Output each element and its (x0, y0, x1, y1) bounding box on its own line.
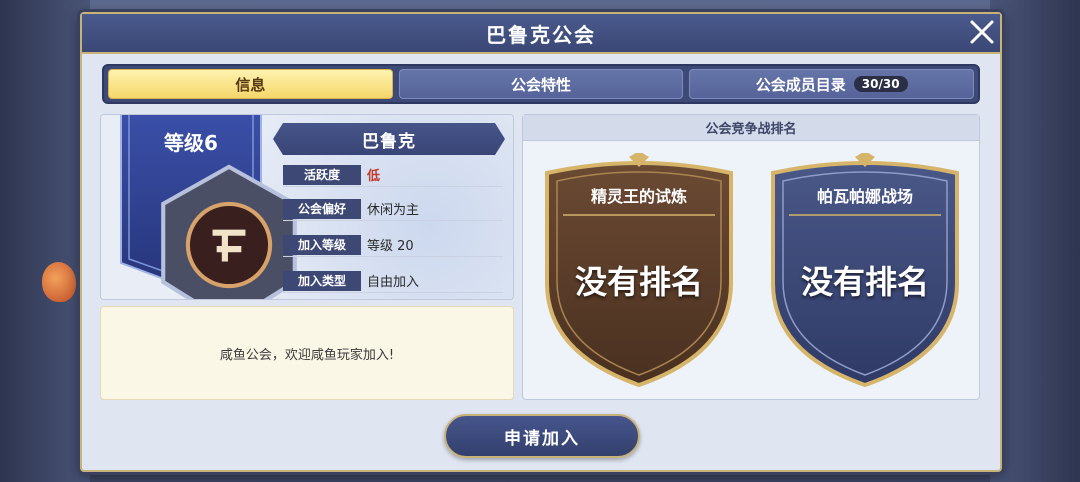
ranking-value: 没有排名 (574, 263, 703, 301)
guild-level: 等级6 (164, 131, 218, 155)
tab-info[interactable]: 信息 (108, 69, 393, 99)
guild-info-card: 等级6 巴鲁克 活跃度 低 公会偏好 休闲为主 加入等级 等级 20 加入类型 … (100, 114, 514, 300)
ranking-shield-pavapana[interactable]: 帕瓦帕娜战场 没有排名 (759, 153, 971, 389)
close-button[interactable] (960, 12, 1004, 52)
guild-name-plate: 巴鲁克 (273, 123, 505, 155)
panel-title: 巴鲁克公会 (486, 22, 596, 47)
guild-emblem-icon (155, 157, 297, 299)
panel-header: 巴鲁克公会 (82, 14, 1000, 54)
tab-guild-traits[interactable]: 公会特性 (398, 69, 684, 99)
attr-value: 等级 20 (367, 239, 414, 254)
ranking-name: 帕瓦帕娜战场 (816, 187, 913, 206)
apply-join-label: 申请加入 (504, 428, 580, 449)
level-banner: 等级6 (117, 115, 297, 299)
attr-value: 低 (367, 169, 381, 184)
attr-value: 自由加入 (367, 275, 420, 290)
ranking-title: 公会竞争战排名 (705, 122, 797, 137)
attr-key: 公会偏好 (283, 198, 361, 219)
tab-member-list[interactable]: 公会成员目录 30/30 (689, 69, 975, 99)
ranking-shield-elf-trial[interactable]: 精灵王的试炼 没有排名 (533, 153, 745, 389)
background-left (0, 0, 90, 482)
background-right (990, 0, 1080, 482)
attr-row-preference: 公会偏好 休闲为主 (283, 197, 503, 221)
tab-bar: 信息 公会特性 公会成员目录 30/30 (102, 64, 980, 104)
ranking-name: 精灵王的试炼 (590, 187, 687, 206)
attr-row-activity: 活跃度 低 (283, 163, 503, 187)
apply-join-button[interactable]: 申请加入 (444, 414, 640, 458)
attr-row-join-type: 加入类型 自由加入 (283, 269, 503, 293)
attr-key: 加入类型 (283, 270, 361, 291)
ranking-title-bar: 公会竞争战排名 (523, 115, 979, 141)
attr-key: 加入等级 (283, 234, 361, 255)
tab-member-list-label: 公会成员目录 (755, 75, 846, 94)
attr-key: 活跃度 (283, 164, 361, 185)
guild-description: 咸鱼公会，欢迎咸鱼玩家加入! (219, 347, 395, 363)
tab-info-label: 信息 (235, 75, 266, 94)
mascot-peek (42, 262, 76, 302)
attr-row-join-level: 加入等级 等级 20 (283, 233, 503, 257)
ranking-value: 没有排名 (800, 263, 929, 301)
attr-value: 休闲为主 (367, 203, 420, 218)
guild-info-panel: 巴鲁克公会 信息 公会特性 公会成员目录 30/30 等级6 巴鲁克 活跃度 低… (80, 12, 1002, 472)
guild-description-card: 咸鱼公会，欢迎咸鱼玩家加入! (100, 306, 514, 400)
member-count-badge: 30/30 (853, 76, 908, 92)
guild-ranking-panel: 公会竞争战排名 精灵王的试炼 没有排名 帕瓦帕娜战场 没有排名 (522, 114, 980, 400)
guild-name: 巴鲁克 (362, 131, 416, 152)
tab-guild-traits-label: 公会特性 (511, 75, 572, 94)
close-icon (970, 20, 994, 44)
